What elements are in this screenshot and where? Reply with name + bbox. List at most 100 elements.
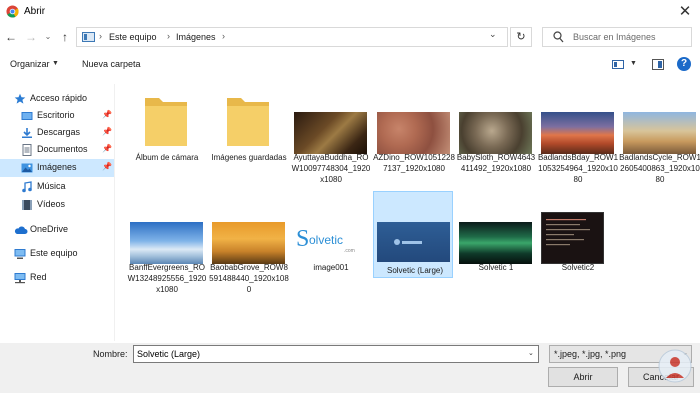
star-icon (14, 93, 26, 105)
pin-icon[interactable]: 📌 (102, 162, 112, 171)
image-thumbnail (459, 222, 532, 264)
open-button[interactable]: Abrir (548, 367, 618, 387)
sidebar-item-label: Vídeos (37, 199, 66, 209)
sidebar-item-red[interactable]: Red (0, 269, 114, 287)
breadcrumb-imagenes[interactable]: Imágenes (176, 32, 216, 42)
file-item-image[interactable]: AyuttayaBuddha_ROW10097748304_1920x1080 (290, 86, 370, 194)
sidebar-item-label: Música (37, 181, 66, 191)
file-name: BabySloth_ROW4643411492_1920x1080 (456, 153, 536, 173)
pin-icon[interactable]: 📌 (102, 127, 112, 136)
network-icon (14, 272, 26, 284)
up-arrow-icon[interactable]: ↑ (58, 29, 72, 45)
preview-pane-icon[interactable] (652, 59, 664, 70)
file-name-label: Nombre: (93, 349, 128, 359)
file-name: Solvetic 1 (478, 263, 514, 272)
breadcrumb-este-equipo[interactable]: Este equipo (109, 32, 157, 42)
sidebar-item-onedrive[interactable]: OneDrive (0, 221, 114, 239)
sidebar-divider (114, 84, 115, 341)
sidebar-item-label: Escritorio (37, 110, 75, 120)
pin-icon[interactable]: 📌 (102, 144, 112, 153)
file-item-image[interactable]: BabySloth_ROW4643411492_1920x1080 (455, 86, 535, 194)
image-thumbnail (377, 222, 450, 262)
image-thumbnail (623, 112, 696, 154)
back-arrow-icon[interactable]: ← (4, 29, 18, 45)
sidebar-item-imagenes[interactable]: Imágenes 📌 (0, 159, 114, 177)
download-icon (21, 127, 33, 139)
file-name: Álbum de cámara (135, 153, 199, 162)
title-bar (0, 0, 700, 24)
solvetic-watermark-icon (657, 348, 693, 384)
sidebar-item-documentos[interactable]: Documentos 📌 (0, 141, 114, 159)
file-item-folder[interactable]: Imágenes guardadas (208, 86, 288, 194)
search-box[interactable] (542, 27, 692, 47)
file-item-image[interactable]: BadlandsCycle_ROW12605400863_1920x1080 (619, 86, 700, 194)
recent-locations-chevron-icon[interactable]: ⌄ (41, 29, 55, 45)
forward-arrow-icon[interactable]: → (24, 29, 38, 45)
refresh-icon[interactable]: ↻ (510, 27, 532, 47)
sidebar-item-label: Este equipo (30, 248, 78, 258)
file-item-image[interactable]: AZDino_ROW10512287137_1920x1080 (373, 86, 455, 194)
desktop-icon (21, 110, 33, 122)
videos-icon (21, 199, 33, 211)
sidebar-item-label: Imágenes (37, 162, 77, 172)
search-icon (553, 31, 564, 43)
organize-button[interactable]: Organizar (10, 59, 50, 69)
file-name: BaobabGrove_ROW8591488440_1920x1080 (209, 263, 289, 294)
help-icon[interactable]: ? (677, 57, 691, 71)
breadcrumb-separator-icon: › (222, 31, 225, 41)
logo-text: olvetic (309, 233, 343, 247)
file-name: Imágenes guardadas (211, 153, 287, 162)
file-item-image[interactable]: BanffEvergreens_ROW13248925556_1920x1080 (126, 196, 206, 304)
search-input[interactable] (573, 30, 685, 44)
view-options-chevron-down-icon[interactable]: ▼ (630, 60, 637, 67)
file-name: AyuttayaBuddha_ROW10097748304_1920x1080 (291, 153, 371, 184)
computer-icon (14, 248, 26, 260)
image-thumbnail (130, 222, 203, 264)
file-name-input[interactable] (133, 345, 539, 363)
change-view-icon[interactable] (612, 60, 624, 69)
solvetic-logo-icon: S olvetic .com (296, 226, 355, 254)
file-item-image[interactable]: S olvetic .com image001 (290, 196, 370, 304)
computer-icon (82, 32, 95, 42)
image-thumbnail (212, 222, 285, 264)
sidebar-item-videos[interactable]: Vídeos (0, 196, 114, 214)
image-thumbnail (294, 112, 367, 154)
file-item-image[interactable]: Solvetic 1 (455, 196, 535, 304)
sidebar-item-escritorio[interactable]: Escritorio 📌 (0, 107, 114, 125)
new-folder-button[interactable]: Nueva carpeta (82, 59, 141, 69)
breadcrumb-separator-icon: › (99, 31, 102, 41)
image-thumbnail (541, 112, 614, 154)
address-dropdown-chevron-icon[interactable]: ⌄ (489, 29, 497, 40)
sidebar-item-este-equipo[interactable]: Este equipo (0, 245, 114, 263)
svg-text:S: S (296, 226, 309, 252)
folder-icon (145, 98, 187, 146)
file-name-chevron-down-icon[interactable]: ⌄ (528, 349, 534, 357)
pin-icon[interactable]: 📌 (102, 110, 112, 119)
file-item-image[interactable]: Solvetic2 (537, 196, 617, 304)
file-name: AZDino_ROW10512287137_1920x1080 (373, 153, 455, 173)
file-item-image-selected[interactable]: Solvetic (Large) (373, 191, 453, 278)
sidebar-item-descargas[interactable]: Descargas 📌 (0, 124, 114, 142)
sidebar-item-label: Descargas (37, 127, 81, 137)
image-thumbnail: S olvetic .com (294, 222, 367, 260)
sidebar-item-acceso-rapido[interactable]: Acceso rápido (0, 90, 114, 108)
file-name: BadlandsCycle_ROW12605400863_1920x1080 (619, 153, 700, 184)
breadcrumb-separator-icon: › (167, 31, 170, 41)
file-item-image[interactable]: BadlandsBday_ROW11053254964_1920x1080 (537, 86, 618, 194)
music-icon (21, 181, 33, 193)
file-item-image[interactable]: BaobabGrove_ROW8591488440_1920x1080 (208, 196, 289, 304)
organize-chevron-down-icon[interactable]: ▼ (52, 60, 59, 67)
documents-icon (21, 144, 33, 156)
file-name: Solvetic (Large) (386, 266, 444, 275)
file-item-folder[interactable]: Álbum de cámara (126, 86, 206, 194)
image-thumbnail (541, 212, 604, 264)
address-bar[interactable]: › Este equipo › Imágenes › (76, 27, 508, 47)
cloud-icon (14, 224, 28, 236)
sidebar-item-label: OneDrive (30, 224, 69, 234)
sidebar-item-label: Red (30, 272, 47, 282)
sidebar-item-musica[interactable]: Música (0, 178, 114, 196)
svg-text:.com: .com (344, 248, 355, 254)
image-thumbnail (459, 112, 532, 154)
pictures-icon (21, 162, 33, 174)
close-button[interactable]: ✕ (675, 3, 695, 21)
